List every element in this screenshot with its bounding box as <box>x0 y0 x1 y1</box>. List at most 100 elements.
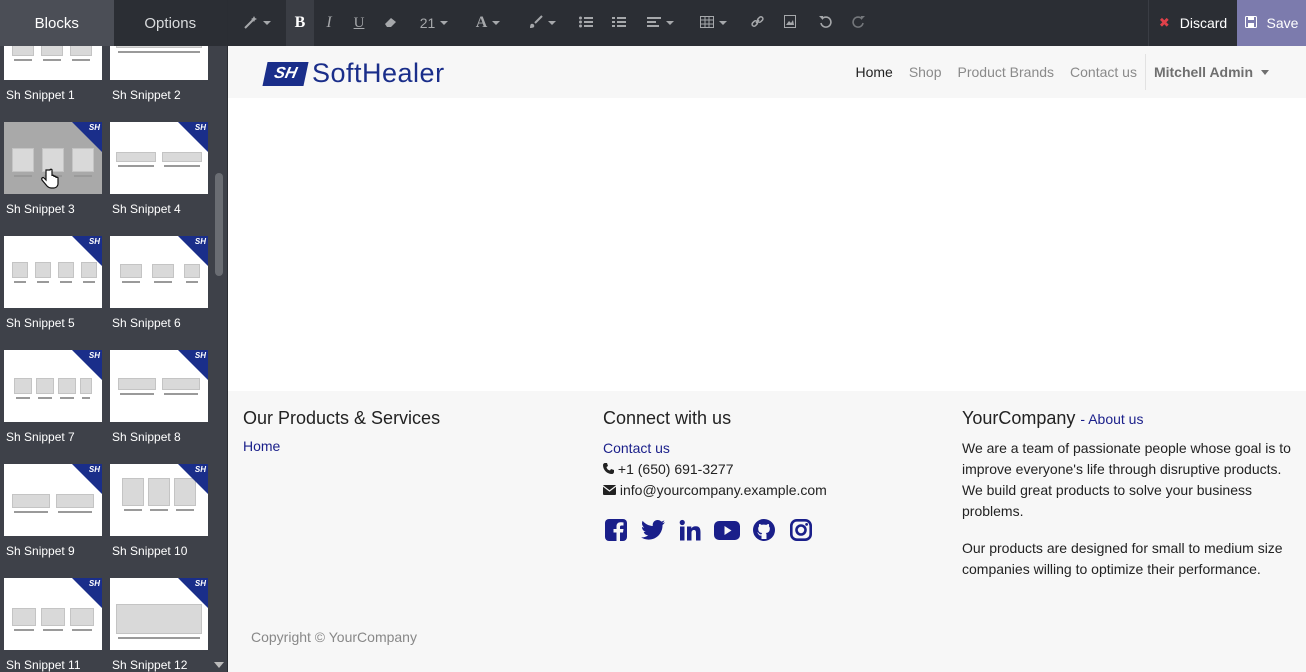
italic-button[interactable]: I <box>314 0 344 46</box>
font-color-dropdown[interactable]: A <box>460 0 516 46</box>
about-us-link[interactable]: - About us <box>1080 411 1143 427</box>
align-dropdown[interactable] <box>634 0 686 46</box>
github-icon[interactable] <box>751 517 777 543</box>
nav-contact-us[interactable]: Contact us <box>1070 64 1137 80</box>
youtube-icon[interactable] <box>714 517 740 543</box>
badge-text: SH <box>194 465 206 474</box>
nav-menu: Home Shop Product Brands Contact us Mitc… <box>839 46 1269 98</box>
editor-toolbar: B I U 21 A ✖ Discard Save <box>228 0 1306 46</box>
tab-options[interactable]: Options <box>113 0 227 46</box>
twitter-icon[interactable] <box>640 517 666 543</box>
font-size-dropdown[interactable]: 21 <box>408 0 460 46</box>
footer-company-column: YourCompany - About us We are a team of … <box>962 408 1302 596</box>
snippet-item[interactable]: SH Sh Snippet 12 <box>108 578 212 672</box>
snippet-thumbnail[interactable]: SH <box>4 236 102 308</box>
discard-label: Discard <box>1179 15 1228 31</box>
snippet-thumbnail[interactable] <box>4 46 102 80</box>
badge-text: SH <box>88 465 100 474</box>
snippet-thumbnail[interactable]: SH <box>110 578 208 650</box>
tab-blocks[interactable]: Blocks <box>0 0 114 46</box>
font-color-icon: A <box>475 14 488 31</box>
linkedin-icon[interactable] <box>677 517 703 543</box>
about-paragraph-2: Our products are designed for small to m… <box>962 540 1283 577</box>
badge-text: SH <box>88 351 100 360</box>
table-icon <box>699 15 714 31</box>
snippet-item[interactable]: SH Sh Snippet 7 <box>2 350 106 464</box>
save-button[interactable]: Save <box>1237 0 1306 46</box>
snippet-label: Sh Snippet 3 <box>6 202 75 216</box>
bold-button[interactable]: B <box>286 0 314 46</box>
magic-wand-dropdown[interactable] <box>228 0 286 46</box>
snippet-thumbnail[interactable]: SH <box>110 122 208 194</box>
snippet-item[interactable]: SH Sh Snippet 8 <box>108 350 212 464</box>
phone-text: +1 (650) 691-3277 <box>617 461 734 477</box>
snippet-list[interactable]: Sh Snippet 1 Sh Snippet 2 SH Sh Snippet 3 SH… <box>0 46 212 672</box>
snippet-label: Sh Snippet 1 <box>6 88 75 102</box>
align-left-icon <box>646 15 661 31</box>
instagram-icon[interactable] <box>788 517 814 543</box>
numbered-list-button[interactable] <box>604 0 634 46</box>
chevron-down-icon <box>1261 69 1269 75</box>
snippet-label: Sh Snippet 6 <box>112 316 181 330</box>
italic-icon: I <box>326 14 332 31</box>
social-links <box>603 517 827 543</box>
snippet-item[interactable]: SH Sh Snippet 11 <box>2 578 106 672</box>
background-color-dropdown[interactable] <box>516 0 568 46</box>
snippet-item[interactable]: SH Sh Snippet 5 <box>2 236 106 350</box>
bullet-list-icon <box>579 15 593 31</box>
snippet-thumbnail[interactable]: SH <box>4 578 102 650</box>
nav-shop[interactable]: Shop <box>909 64 942 80</box>
page-content[interactable] <box>228 98 1306 391</box>
panel-tabs: Blocks Options <box>0 0 227 46</box>
snippet-grid: Sh Snippet 1 Sh Snippet 2 SH Sh Snippet 3 SH… <box>0 46 212 672</box>
snippet-item[interactable]: Sh Snippet 1 <box>2 46 106 122</box>
snippet-thumbnail[interactable]: SH <box>4 350 102 422</box>
badge-text: SH <box>88 237 100 246</box>
snippet-item[interactable]: SH Sh Snippet 9 <box>2 464 106 578</box>
undo-icon <box>818 15 832 31</box>
snippet-thumbnail[interactable]: SH <box>4 464 102 536</box>
snippet-thumbnail[interactable]: SH <box>110 236 208 308</box>
footer-home-link[interactable]: Home <box>243 438 280 454</box>
footer-phone: +1 (650) 691-3277 <box>603 459 827 480</box>
link-button[interactable] <box>740 0 774 46</box>
footer-contact-link[interactable]: Contact us <box>603 440 670 456</box>
snippet-thumbnail[interactable]: SH <box>110 464 208 536</box>
badge-text: SH <box>194 579 206 588</box>
numbered-list-icon <box>612 15 626 31</box>
underline-button[interactable]: U <box>344 0 374 46</box>
eraser-button[interactable] <box>374 0 408 46</box>
facebook-icon[interactable] <box>603 517 629 543</box>
snippet-item[interactable]: SH Sh Snippet 10 <box>108 464 212 578</box>
scrollbar-thumb[interactable] <box>215 173 223 276</box>
scroll-down-arrow[interactable] <box>214 662 224 668</box>
user-name: Mitchell Admin <box>1153 64 1253 80</box>
image-button[interactable] <box>774 0 806 46</box>
redo-button[interactable] <box>844 0 872 46</box>
site-navbar: SH SoftHealer Home Shop Product Brands C… <box>228 46 1306 98</box>
bullet-list-button[interactable] <box>568 0 604 46</box>
floppy-disk-icon <box>1244 15 1257 31</box>
site-logo[interactable]: SH SoftHealer <box>262 58 445 89</box>
panel-scrollbar[interactable] <box>211 46 227 672</box>
snippet-thumbnail[interactable] <box>110 46 208 80</box>
snippet-item[interactable]: SH Sh Snippet 4 <box>108 122 212 236</box>
footer-connect-title: Connect with us <box>603 408 732 428</box>
snippet-item[interactable]: Sh Snippet 2 <box>108 46 212 122</box>
site-footer: Our Products & Services Home Connect wit… <box>228 391 1306 672</box>
snippet-label: Sh Snippet 8 <box>112 430 181 444</box>
undo-button[interactable] <box>806 0 844 46</box>
snippet-thumbnail[interactable]: SH <box>110 350 208 422</box>
discard-button[interactable]: ✖ Discard <box>1148 0 1237 46</box>
nav-home[interactable]: Home <box>855 64 892 80</box>
badge-text: SH <box>88 123 100 132</box>
snippet-item[interactable]: SH Sh Snippet 6 <box>108 236 212 350</box>
snippet-label: Sh Snippet 5 <box>6 316 75 330</box>
table-dropdown[interactable] <box>686 0 740 46</box>
link-icon <box>750 15 764 31</box>
user-menu[interactable]: Mitchell Admin <box>1144 54 1269 90</box>
badge-text: SH <box>88 579 100 588</box>
snippet-label: Sh Snippet 2 <box>112 88 181 102</box>
nav-product-brands[interactable]: Product Brands <box>958 64 1055 80</box>
email-text: info@yourcompany.example.com <box>619 482 827 498</box>
